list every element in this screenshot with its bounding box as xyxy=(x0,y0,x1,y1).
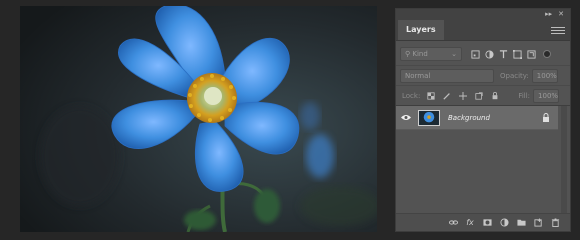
fill-label: Fill: xyxy=(518,91,531,100)
flower-photo xyxy=(20,6,377,232)
lock-row: Lock: Fill: 100% xyxy=(396,85,570,105)
tab-layers[interactable]: Layers xyxy=(398,20,444,40)
fill-value: 100% xyxy=(538,91,559,100)
lock-transparent-pixels-icon[interactable] xyxy=(426,91,436,101)
adjustment-layer-filter-icon[interactable] xyxy=(484,49,494,59)
layer-name: Background xyxy=(448,113,490,122)
panel-footer: fx xyxy=(396,213,570,231)
blend-row: Normal Opacity: 100% xyxy=(396,65,570,85)
lock-position-icon[interactable] xyxy=(458,91,468,101)
layer-thumbnail xyxy=(418,109,440,126)
document-canvas[interactable] xyxy=(20,6,377,232)
opacity-label: Opacity: xyxy=(500,71,529,80)
pixel-layer-filter-icon[interactable] xyxy=(470,49,480,59)
new-group-folder-icon[interactable] xyxy=(516,218,526,228)
lock-all-icon[interactable] xyxy=(490,91,500,101)
panel-menu-icon[interactable] xyxy=(551,25,565,34)
delete-layer-trash-icon[interactable] xyxy=(550,218,560,228)
new-adjustment-layer-icon[interactable] xyxy=(499,218,509,228)
shape-layer-filter-icon[interactable] xyxy=(512,49,522,59)
layer-row-background[interactable]: Background xyxy=(396,106,558,130)
filter-toggle-switch[interactable] xyxy=(543,50,551,58)
panel-topbar: ▸▸ ✕ xyxy=(396,9,570,19)
close-panel-button[interactable]: ✕ xyxy=(558,10,564,18)
add-layer-style-button[interactable]: fx xyxy=(465,218,475,227)
fill-input[interactable]: 100% xyxy=(533,88,560,103)
visibility-eye-icon[interactable] xyxy=(401,113,413,123)
opacity-value: 100% xyxy=(536,71,557,80)
blend-mode-value: Normal xyxy=(405,71,431,80)
layer-list-scrollbar[interactable] xyxy=(561,106,567,213)
lock-image-pixels-icon[interactable] xyxy=(442,91,452,101)
type-layer-filter-icon[interactable] xyxy=(498,49,508,59)
smart-object-filter-icon[interactable] xyxy=(526,49,536,59)
panel-tab-row: Layers xyxy=(396,19,570,41)
layer-filter-row: ⚲ Kind ⌄ xyxy=(396,43,570,65)
link-layers-icon[interactable] xyxy=(448,218,458,228)
layer-list: Background xyxy=(396,105,570,213)
collapse-panel-button[interactable]: ▸▸ xyxy=(545,10,552,18)
opacity-input[interactable]: 100% xyxy=(531,68,558,83)
prevent-autonest-icon[interactable] xyxy=(474,91,484,101)
filter-kind-select[interactable]: ⚲ Kind ⌄ xyxy=(400,47,462,61)
layer-lock-icon[interactable] xyxy=(542,113,552,122)
new-layer-icon[interactable] xyxy=(533,218,543,228)
lock-label: Lock: xyxy=(402,91,421,100)
add-mask-icon[interactable] xyxy=(482,218,492,228)
chevron-down-icon: ⌄ xyxy=(451,50,457,58)
blend-mode-select[interactable]: Normal xyxy=(400,68,494,83)
layers-panel: ▸▸ ✕ Layers ⚲ Kind ⌄ Normal Opacity: 100… xyxy=(395,8,571,232)
filter-kind-label: Kind xyxy=(412,50,428,58)
